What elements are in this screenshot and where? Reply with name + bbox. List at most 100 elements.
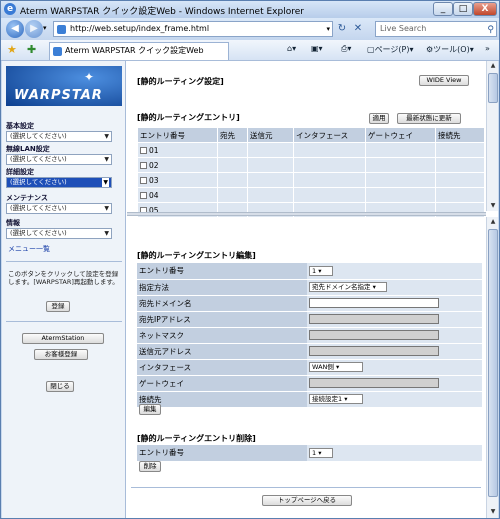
address-input[interactable]: http://web.setup/index_frame.html ▾: [53, 21, 333, 37]
favorites-star-icon[interactable]: ★: [7, 43, 17, 56]
scroll-up-icon: ▲: [490, 62, 496, 69]
atermstation-button[interactable]: AtermStation: [22, 333, 104, 344]
method-select[interactable]: 宛先ドメイン名指定 ▾: [309, 282, 387, 292]
right-frame: [静的ルーティング設定] WIDE View [静的ルーティングエントリ] 適用…: [127, 61, 498, 518]
search-placeholder: Live Search: [380, 24, 427, 33]
home-icon[interactable]: ⌂▾: [287, 44, 296, 53]
row-checkbox[interactable]: [140, 147, 147, 154]
chevron-right-icon[interactable]: »: [485, 44, 490, 53]
edit-section-title: [静的ルーティングエントリ編集]: [137, 251, 256, 260]
menu-maintenance: メンテナンス (選択してください) ▼: [6, 194, 120, 214]
menu-advanced: 詳細設定 (選択してください) ▼: [6, 168, 120, 188]
scroll-up-icon: ▲: [490, 218, 496, 225]
form-row: 宛先IPアドレス: [137, 311, 482, 328]
chevron-down-icon: ▼: [102, 178, 109, 187]
stop-icon[interactable]: ✕: [351, 22, 365, 36]
tab-aterm[interactable]: Aterm WARPSTAR クイック設定Web: [49, 42, 229, 60]
menu-maintenance-select[interactable]: (選択してください) ▼: [6, 203, 112, 214]
dest-ip-input[interactable]: [309, 314, 439, 324]
col-source: 送信元: [247, 127, 294, 143]
page-menu[interactable]: ▢ページ(P)▾: [367, 44, 413, 55]
table-row: 01: [137, 142, 485, 158]
menu-info-select[interactable]: (選択してください) ▼: [6, 228, 112, 239]
delete-form: エントリ番号 1 ▾: [137, 445, 482, 462]
register-button[interactable]: 登録: [46, 301, 70, 312]
col-connection: 接続先: [435, 127, 485, 143]
minimize-button[interactable]: _: [433, 2, 453, 16]
entry-number-select[interactable]: 1 ▾: [309, 265, 333, 276]
bottom-frame-scrollbar[interactable]: ▲ ▼: [486, 217, 498, 518]
chevron-down-icon: ▼: [104, 230, 109, 237]
menu-wlan-label: 無線LAN設定: [6, 145, 50, 153]
form-row: ゲートウェイ: [137, 375, 482, 392]
customer-register-button[interactable]: お客様登録: [34, 349, 88, 360]
refresh-icon[interactable]: ↻: [335, 22, 349, 36]
table-row: 03: [137, 172, 485, 188]
maximize-button[interactable]: □: [453, 2, 473, 16]
warpstar-logo: ✦ WARPSTAR: [6, 66, 122, 106]
search-input[interactable]: Live Search ⚲: [375, 21, 497, 37]
close-window-button[interactable]: X: [473, 2, 497, 16]
wide-view-button[interactable]: WIDE View: [419, 75, 469, 86]
page-icon: [57, 25, 66, 34]
back-icon[interactable]: ◀: [6, 20, 24, 38]
refresh-status-button[interactable]: 最新状態に更新: [397, 113, 461, 124]
chevron-down-icon: ▼: [104, 156, 109, 163]
feeds-icon[interactable]: ▣▾: [311, 44, 323, 53]
history-dropdown-icon[interactable]: ▾: [43, 24, 47, 32]
menu-basic: 基本設定 (選択してください) ▼: [6, 122, 120, 142]
chevron-down-icon: ▼: [104, 133, 109, 140]
delete-entry-select[interactable]: 1 ▾: [309, 447, 333, 458]
edit-button[interactable]: 編集: [139, 404, 161, 415]
address-dropdown-icon[interactable]: ▾: [326, 22, 330, 36]
chevron-down-icon: ▼: [104, 205, 109, 212]
menu-wlan-select[interactable]: (選択してください) ▼: [6, 154, 112, 165]
row-checkbox[interactable]: [140, 162, 147, 169]
table-header: エントリ番号 宛先 送信元 インタフェース ゲートウェイ 接続先: [137, 127, 485, 143]
entry-section-title: [静的ルーティングエントリ]: [137, 113, 240, 122]
frame-divider[interactable]: [127, 212, 486, 216]
top-frame-scrollbar[interactable]: ▲ ▼: [486, 61, 498, 211]
forward-icon[interactable]: ▶: [25, 20, 43, 38]
row-checkbox[interactable]: [140, 177, 147, 184]
search-icon[interactable]: ⚲: [487, 23, 494, 37]
delete-section-title: [静的ルーティングエントリ削除]: [137, 434, 256, 443]
form-row: 接続先 接続設定1 ▾: [137, 391, 482, 408]
entry-table: エントリ番号 宛先 送信元 インタフェース ゲートウェイ 接続先 01 02 0…: [137, 127, 485, 218]
edit-form: エントリ番号 1 ▾ 指定方法 宛先ドメイン名指定 ▾ 宛先ドメイン名 宛先IPアド…: [137, 263, 482, 408]
menu-advanced-select[interactable]: (選択してください) ▼: [6, 177, 112, 188]
delete-button[interactable]: 削除: [139, 461, 161, 472]
table-row: 02: [137, 157, 485, 173]
scroll-thumb: [488, 73, 498, 103]
browser-window: e Aterm WARPSTAR クイック設定Web - Windows Int…: [0, 0, 500, 519]
connection-select[interactable]: 接続設定1 ▾: [309, 394, 363, 404]
form-row: エントリ番号 1 ▾: [137, 263, 482, 280]
source-address-input[interactable]: [309, 346, 439, 356]
ie-icon: e: [4, 3, 16, 15]
form-row: エントリ番号 1 ▾: [137, 445, 482, 462]
scroll-thumb: [488, 229, 498, 497]
menu-info-label: 情報: [6, 219, 20, 227]
star-logo-icon: ✦: [84, 70, 96, 84]
table-row: 04: [137, 187, 485, 203]
add-favorites-icon[interactable]: ✚: [27, 43, 36, 56]
back-to-top-button[interactable]: トップページへ戻る: [262, 495, 352, 506]
menu-basic-select[interactable]: (選択してください) ▼: [6, 131, 112, 142]
tools-menu[interactable]: ⚙ツール(O)▾: [426, 44, 474, 55]
gateway-input[interactable]: [309, 378, 439, 388]
close-button[interactable]: 閉じる: [46, 381, 74, 392]
menu-list-link[interactable]: メニュー一覧: [8, 244, 50, 254]
col-destination: 宛先: [217, 127, 248, 143]
netmask-input[interactable]: [309, 330, 439, 340]
row-checkbox[interactable]: [140, 192, 147, 199]
print-icon[interactable]: ⎙▾: [341, 44, 351, 54]
url-text: http://web.setup/index_frame.html: [70, 24, 210, 33]
apply-button[interactable]: 適用: [369, 113, 389, 124]
divider: [6, 321, 122, 322]
scroll-down-icon: ▼: [490, 202, 496, 209]
scroll-down-icon: ▼: [490, 508, 496, 515]
title-bar: e Aterm WARPSTAR クイック設定Web - Windows Int…: [1, 1, 499, 18]
interface-select[interactable]: WAN側 ▾: [309, 362, 363, 372]
menu-advanced-label: 詳細設定: [6, 168, 34, 176]
dest-domain-input[interactable]: [309, 298, 439, 308]
